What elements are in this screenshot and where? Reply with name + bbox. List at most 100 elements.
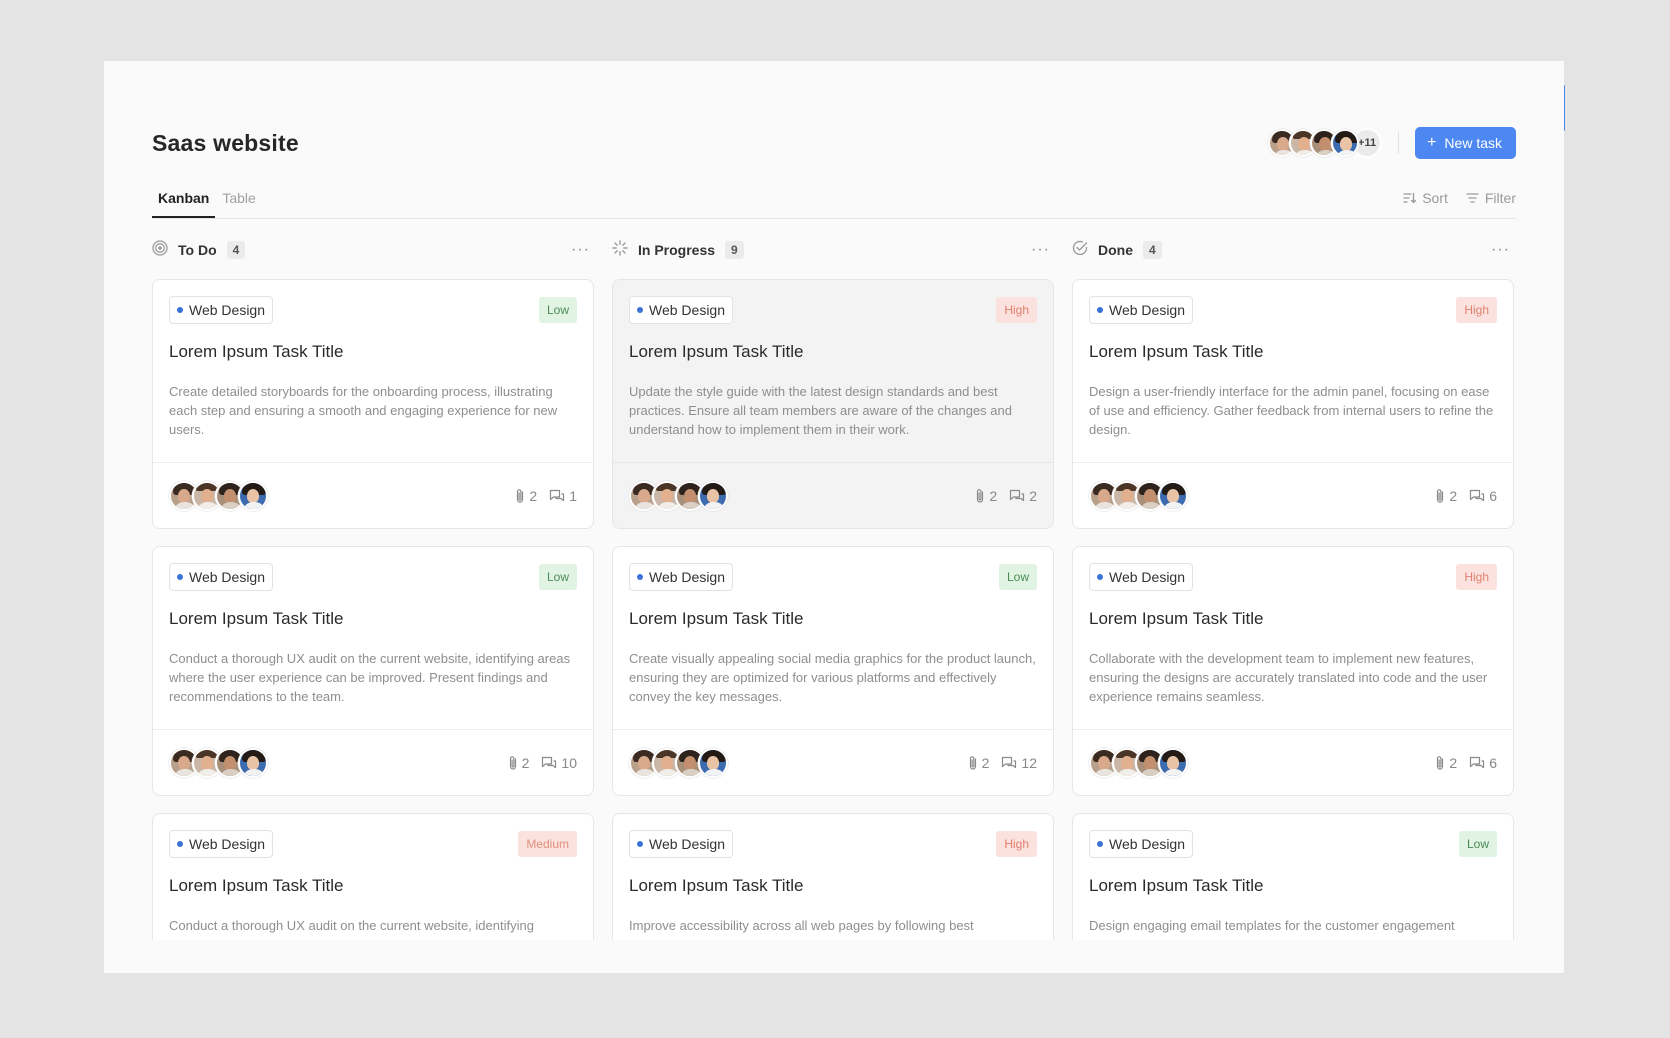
priority-badge: Low bbox=[1458, 831, 1497, 857]
card-header: Web Design High bbox=[1073, 547, 1513, 591]
paperclip-icon bbox=[1437, 755, 1444, 770]
attachments-count[interactable]: 2 bbox=[1435, 488, 1457, 504]
task-card[interactable]: Web Design High Lorem Ipsum Task Title D… bbox=[1072, 279, 1514, 529]
task-card[interactable]: Web Design High Lorem Ipsum Task Title C… bbox=[1072, 546, 1514, 796]
category-tag[interactable]: Web Design bbox=[629, 563, 734, 591]
assignee-avatars[interactable] bbox=[1089, 480, 1188, 511]
tab-kanban[interactable]: Kanban bbox=[152, 177, 216, 218]
comments-count[interactable]: 1 bbox=[549, 488, 577, 504]
filter-label: Filter bbox=[1484, 189, 1516, 206]
category-tag[interactable]: Web Design bbox=[169, 830, 274, 858]
tag-dot-icon bbox=[637, 307, 643, 313]
card-footer: 2 10 bbox=[153, 729, 593, 795]
card-header: Web Design Low bbox=[153, 547, 593, 591]
task-card[interactable]: Web Design High Lorem Ipsum Task Title U… bbox=[612, 279, 1054, 529]
tag-dot-icon bbox=[637, 841, 643, 847]
filter-icon bbox=[1466, 192, 1479, 203]
avatar[interactable] bbox=[1158, 480, 1188, 511]
comment-icon bbox=[1002, 756, 1017, 768]
priority-badge: High bbox=[996, 831, 1037, 857]
avatar[interactable] bbox=[698, 747, 728, 778]
comments-value: 10 bbox=[561, 754, 577, 771]
card-meta: 2 1 bbox=[515, 488, 577, 504]
task-card[interactable]: Web Design High Lorem Ipsum Task Title I… bbox=[612, 813, 1054, 940]
avatar[interactable] bbox=[698, 480, 728, 511]
attachments-value: 2 bbox=[1449, 487, 1458, 504]
comments-value: 12 bbox=[1021, 754, 1037, 771]
assignee-avatars[interactable] bbox=[1089, 747, 1188, 778]
sort-button[interactable]: Sort bbox=[1403, 190, 1448, 206]
attachments-value: 2 bbox=[981, 754, 990, 771]
category-tag[interactable]: Web Design bbox=[629, 830, 734, 858]
header-divider bbox=[1398, 132, 1400, 154]
card-meta: 2 6 bbox=[1435, 755, 1497, 771]
comments-value: 1 bbox=[569, 487, 577, 504]
paperclip-icon bbox=[509, 755, 516, 770]
done-status-icon bbox=[1072, 240, 1088, 261]
assignee-avatars[interactable] bbox=[169, 747, 268, 778]
attachments-count[interactable]: 2 bbox=[1435, 755, 1457, 771]
card-header: Web Design Low bbox=[1073, 814, 1513, 858]
task-description: Conduct a thorough UX audit on the curre… bbox=[169, 651, 571, 704]
paperclip-icon bbox=[517, 488, 524, 503]
task-card[interactable]: Web Design Low Lorem Ipsum Task Title Co… bbox=[152, 546, 594, 796]
tag-dot-icon bbox=[177, 841, 183, 847]
card-footer: 2 2 bbox=[613, 462, 1053, 528]
assignee-avatars[interactable] bbox=[629, 480, 728, 511]
comments-count[interactable]: 12 bbox=[1001, 755, 1037, 771]
card-meta: 2 2 bbox=[975, 488, 1037, 504]
attachments-count[interactable]: 2 bbox=[968, 754, 990, 771]
project-panel: Saas website +11 + New task Kanban Table bbox=[104, 61, 1564, 973]
task-title: Lorem Ipsum Task Title bbox=[169, 876, 344, 895]
tab-table[interactable]: Table bbox=[216, 177, 261, 218]
comments-count[interactable]: 6 bbox=[1469, 755, 1497, 771]
attachments-count[interactable]: 2 bbox=[515, 488, 537, 504]
task-description: Create visually appealing social media g… bbox=[629, 651, 1036, 704]
priority-badge: Low bbox=[538, 297, 577, 323]
attachments-value: 2 bbox=[1449, 754, 1458, 771]
task-title: Lorem Ipsum Task Title bbox=[169, 342, 344, 361]
category-tag[interactable]: Web Design bbox=[1089, 563, 1194, 591]
attachments-value: 2 bbox=[529, 487, 538, 504]
attachments-count[interactable]: 2 bbox=[508, 755, 529, 771]
card-footer: 2 12 bbox=[613, 729, 1053, 795]
paperclip-icon bbox=[1437, 488, 1444, 503]
card-header: Web Design High bbox=[613, 280, 1053, 324]
tag-dot-icon bbox=[177, 307, 183, 313]
task-card[interactable]: Web Design Low Lorem Ipsum Task Title De… bbox=[1072, 813, 1514, 940]
priority-badge: High bbox=[1456, 564, 1497, 590]
task-card[interactable]: Web Design Low Lorem Ipsum Task Title Cr… bbox=[612, 546, 1054, 796]
assignee-avatars[interactable] bbox=[169, 480, 268, 511]
paperclip-icon bbox=[969, 755, 976, 770]
more-options-icon[interactable]: ··· bbox=[1031, 241, 1050, 259]
more-options-icon[interactable]: ··· bbox=[571, 241, 590, 259]
filter-button[interactable]: Filter bbox=[1466, 190, 1516, 206]
view-tools: Sort Filter bbox=[1403, 190, 1516, 206]
avatar[interactable] bbox=[238, 480, 268, 511]
category-tag-label: Web Design bbox=[649, 569, 726, 585]
task-card[interactable]: Web Design Medium Lorem Ipsum Task Title… bbox=[152, 813, 594, 940]
category-tag[interactable]: Web Design bbox=[1089, 296, 1194, 324]
more-options-icon[interactable]: ··· bbox=[1491, 241, 1510, 259]
plus-icon: + bbox=[1427, 134, 1437, 151]
task-title: Lorem Ipsum Task Title bbox=[1089, 609, 1264, 628]
category-tag[interactable]: Web Design bbox=[169, 563, 274, 591]
comment-icon bbox=[542, 756, 557, 768]
attachments-count[interactable]: 2 bbox=[975, 488, 997, 504]
category-tag[interactable]: Web Design bbox=[629, 296, 734, 324]
comments-value: 6 bbox=[1489, 487, 1497, 504]
priority-badge: High bbox=[996, 297, 1037, 323]
avatar[interactable] bbox=[1158, 747, 1188, 778]
comments-count[interactable]: 2 bbox=[1009, 488, 1037, 504]
comments-count[interactable]: 6 bbox=[1469, 488, 1497, 504]
member-avatars[interactable]: +11 bbox=[1268, 128, 1383, 158]
comments-count[interactable]: 10 bbox=[541, 755, 577, 771]
task-title: Lorem Ipsum Task Title bbox=[1089, 876, 1264, 895]
new-task-button[interactable]: + New task bbox=[1415, 127, 1516, 159]
avatar[interactable] bbox=[1331, 129, 1360, 157]
category-tag[interactable]: Web Design bbox=[1089, 830, 1194, 858]
assignee-avatars[interactable] bbox=[629, 747, 728, 778]
avatar[interactable] bbox=[238, 747, 268, 778]
category-tag[interactable]: Web Design bbox=[169, 296, 274, 324]
task-card[interactable]: Web Design Low Lorem Ipsum Task Title Cr… bbox=[152, 279, 594, 529]
